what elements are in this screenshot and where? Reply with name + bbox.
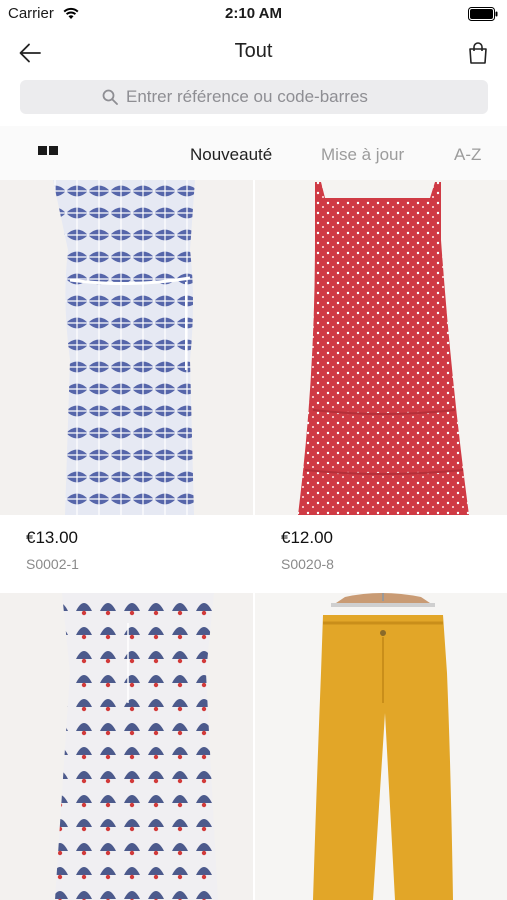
status-time: 2:10 AM (225, 5, 282, 22)
product-price: €12.00 (281, 528, 333, 547)
sort-bar: Nouveauté Mise à jour A-Z (0, 126, 507, 180)
product-sku: S0020-8 (281, 556, 334, 572)
grid-divider (253, 180, 255, 900)
product-card[interactable] (0, 593, 253, 900)
product-sku: S0002-1 (26, 556, 79, 572)
navigation-bar: Tout (0, 28, 507, 78)
search-icon (102, 89, 118, 105)
product-image (0, 593, 253, 900)
product-image (255, 593, 507, 900)
page-title: Tout (234, 40, 273, 62)
product-image (0, 180, 253, 515)
grid-view-toggle-icon[interactable] (38, 146, 60, 158)
sort-option-az[interactable]: A-Z (454, 145, 481, 165)
product-grid: €13.00 S0002-1 €12.00 S0020-8 (0, 180, 507, 900)
sort-option-updated[interactable]: Mise à jour (321, 145, 404, 165)
product-price: €13.00 (26, 528, 78, 547)
shopping-bag-button[interactable] (463, 38, 493, 68)
status-bar: Carrier 2:10 AM (0, 0, 507, 28)
product-image (255, 180, 507, 515)
shopping-bag-icon (469, 42, 487, 64)
product-card[interactable] (255, 593, 507, 900)
search-input[interactable] (126, 87, 406, 107)
product-card[interactable]: €13.00 S0002-1 (0, 180, 253, 592)
product-card[interactable]: €12.00 S0020-8 (255, 180, 507, 592)
search-section (0, 78, 507, 126)
search-box[interactable] (20, 80, 488, 114)
sort-option-newest[interactable]: Nouveauté (190, 145, 272, 165)
battery-icon (468, 7, 498, 21)
